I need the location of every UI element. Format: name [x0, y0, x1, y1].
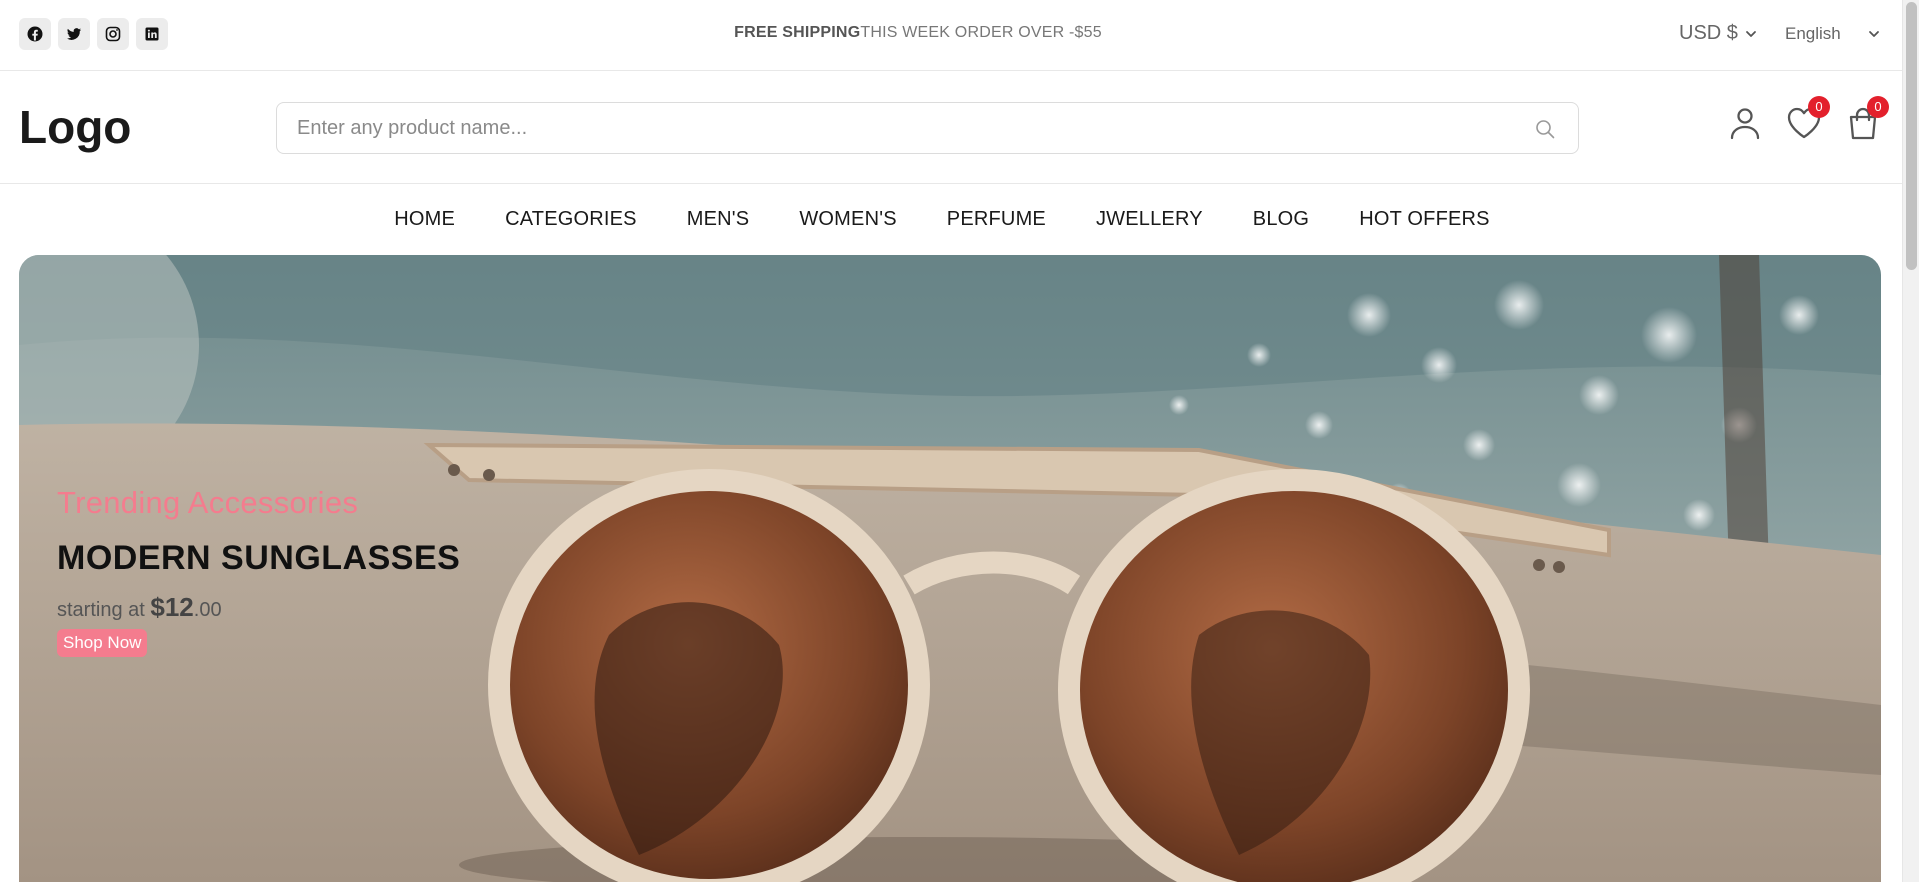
- currency-label: USD $: [1679, 22, 1738, 44]
- page: FREE SHIPPINGTHIS WEEK ORDER OVER -$55 U…: [0, 0, 1902, 882]
- language-select[interactable]: English: [1785, 24, 1881, 44]
- shipping-announcement: FREE SHIPPINGTHIS WEEK ORDER OVER -$55: [0, 24, 1836, 42]
- search-icon[interactable]: [1534, 118, 1556, 140]
- nav-item-blog[interactable]: BLOG: [1253, 184, 1309, 254]
- nav-item-mens[interactable]: MEN'S: [687, 184, 750, 254]
- currency-select[interactable]: USD $: [1679, 22, 1758, 45]
- nav-item-home[interactable]: HOME: [394, 184, 455, 254]
- price-prefix: starting at: [57, 599, 151, 621]
- nav-item-jewellery[interactable]: JWELLERY: [1096, 184, 1203, 254]
- price-main: $12: [150, 592, 194, 622]
- logo[interactable]: Logo: [19, 100, 131, 154]
- hero-content: Trending Accessories MODERN SUNGLASSES s…: [57, 485, 460, 657]
- nav-item-perfume[interactable]: PERFUME: [947, 184, 1046, 254]
- shipping-bold: FREE SHIPPING: [734, 24, 861, 41]
- nav-item-categories[interactable]: CATEGORIES: [505, 184, 637, 254]
- account-button[interactable]: [1726, 104, 1764, 142]
- hero-price: starting at $12.00: [57, 592, 460, 623]
- wishlist-button[interactable]: 0: [1785, 96, 1830, 142]
- search-bar: [276, 102, 1579, 154]
- chevron-down-icon: [1867, 27, 1881, 41]
- hero-title: MODERN SUNGLASSES: [57, 539, 461, 577]
- price-cents: .00: [193, 599, 222, 621]
- shop-now-button[interactable]: Shop Now: [57, 629, 148, 657]
- chevron-down-icon: [1744, 27, 1758, 41]
- user-icon: [1730, 108, 1760, 140]
- top-bar: FREE SHIPPINGTHIS WEEK ORDER OVER -$55 U…: [0, 0, 1902, 71]
- shipping-text: THIS WEEK ORDER OVER -$55: [860, 24, 1102, 41]
- language-label: English: [1785, 24, 1841, 43]
- main-nav: HOME CATEGORIES MEN'S WOMEN'S PERFUME JW…: [0, 184, 1902, 254]
- cart-button[interactable]: 0: [1844, 96, 1889, 142]
- hero-banner: Trending Accessories MODERN SUNGLASSES s…: [19, 255, 1881, 882]
- nav-item-womens[interactable]: WOMEN'S: [799, 184, 896, 254]
- header-actions: 0 0: [1726, 96, 1889, 142]
- page-scrollbar[interactable]: [1902, 0, 1919, 882]
- nav-item-hot-offers[interactable]: HOT OFFERS: [1359, 184, 1490, 254]
- wishlist-count-badge: 0: [1808, 96, 1830, 118]
- search-input[interactable]: [277, 103, 1578, 153]
- main-header: Logo 0 0: [0, 71, 1902, 184]
- cart-count-badge: 0: [1867, 96, 1889, 118]
- hero-subtitle: Trending Accessories: [57, 485, 359, 520]
- scrollbar-thumb[interactable]: [1906, 2, 1917, 270]
